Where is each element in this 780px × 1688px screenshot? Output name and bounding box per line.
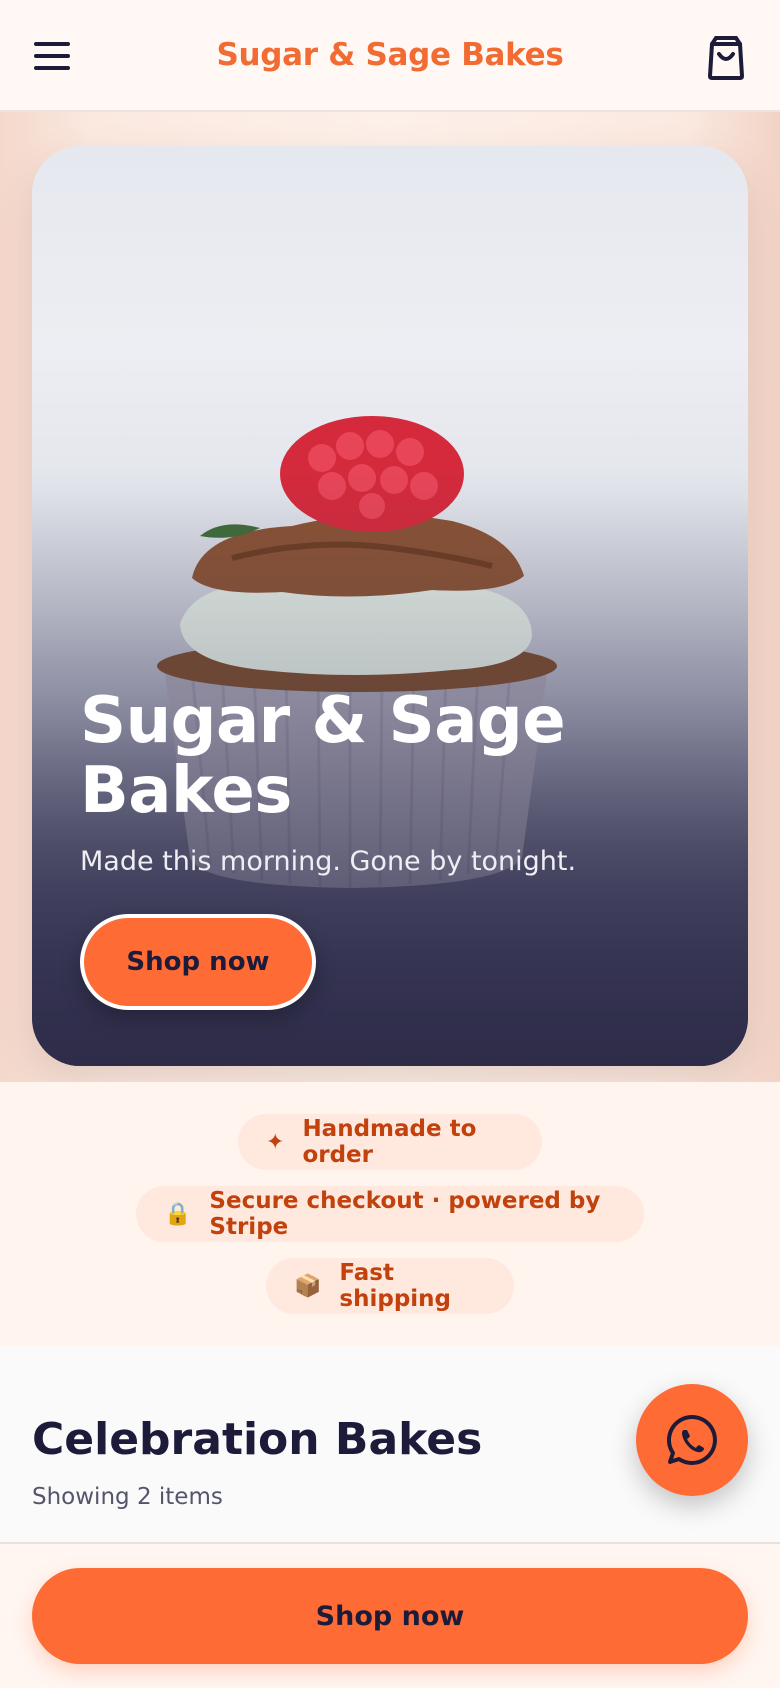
badge-secure-checkout: 🔒 Secure checkout · powered by Stripe <box>136 1186 644 1242</box>
item-count: Showing 2 items <box>32 1484 223 1510</box>
hero-card: Sugar & Sage Bakes Made this morning. Go… <box>32 146 748 1066</box>
badge-label: Handmade to order <box>302 1116 477 1168</box>
sparkle-icon: ✦ <box>266 1129 285 1155</box>
badge-label: Secure checkout · powered by Stripe <box>209 1188 601 1240</box>
hero-shop-now-button[interactable]: Shop now <box>80 914 316 1010</box>
hero-section: Sugar & Sage Bakes Made this morning. Go… <box>0 112 780 1082</box>
package-icon: 📦 <box>294 1273 322 1299</box>
bottom-shop-now-button[interactable]: Shop now <box>32 1568 748 1664</box>
whatsapp-icon <box>667 1414 717 1465</box>
whatsapp-button[interactable] <box>636 1384 748 1496</box>
hamburger-menu-icon[interactable] <box>30 36 74 76</box>
trust-badges: ✦ Handmade to order 🔒 Secure checkout · … <box>0 1082 780 1346</box>
brand-title[interactable]: Sugar & Sage Bakes <box>216 37 563 73</box>
hero-title: Sugar & Sage Bakes <box>80 684 566 828</box>
bottom-bar: Shop now <box>0 1542 780 1688</box>
hero-subtitle: Made this morning. Gone by tonight. <box>80 846 577 877</box>
badge-label: Fast shipping <box>339 1260 452 1312</box>
section-title: Celebration Bakes <box>32 1414 483 1465</box>
app-header: Sugar & Sage Bakes <box>0 0 780 112</box>
shopping-bag-icon[interactable] <box>702 30 750 82</box>
badge-handmade: ✦ Handmade to order <box>238 1114 542 1170</box>
lock-icon: 🔒 <box>164 1201 192 1227</box>
badge-fast-shipping: 📦 Fast shipping <box>266 1258 514 1314</box>
